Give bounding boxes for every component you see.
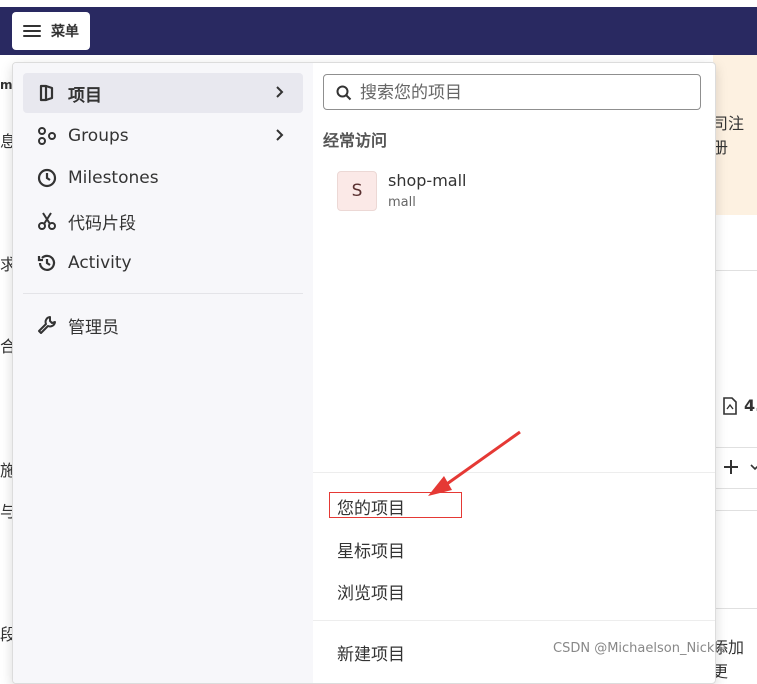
menu-right-column: 经常访问 S shop-mall mall 您的项目 星标项目 浏览项目 新建项… — [313, 63, 715, 683]
starred-projects-link[interactable]: 星标项目 — [337, 537, 405, 562]
project-name: shop-mall — [388, 171, 467, 190]
menu-button-label: 菜单 — [51, 24, 79, 40]
nav-item-projects[interactable]: 项目 — [23, 73, 303, 113]
project-namespace: mall — [388, 195, 416, 210]
project-icon — [39, 84, 54, 102]
file-icon — [723, 397, 737, 415]
nav-item-label: 代码片段 — [68, 213, 136, 234]
nav-item-activity[interactable]: Activity — [23, 243, 303, 283]
frequent-section-title: 经常访问 — [323, 131, 388, 150]
menu-left-column: 项目 Groups Milestones 代码片段 Activity 管理员 — [13, 63, 313, 683]
main-menu-dropdown: 项目 Groups Milestones 代码片段 Activity 管理员 搜… — [12, 62, 716, 684]
top-strip — [0, 0, 757, 7]
nav-item-label: 管理员 — [68, 317, 119, 338]
bg-fragment: m — [0, 78, 13, 92]
bg-divider — [713, 608, 757, 609]
menu-divider — [23, 293, 303, 294]
search-input[interactable] — [358, 79, 692, 107]
top-navbar: 菜单 — [0, 0, 757, 55]
links-separator — [313, 472, 715, 473]
history-icon — [37, 254, 56, 271]
chevron-right-icon — [276, 129, 284, 141]
nav-item-milestones[interactable]: Milestones — [23, 158, 303, 198]
nav-item-label: Groups — [68, 126, 129, 146]
frequent-project-item[interactable]: S shop-mall mall — [337, 169, 667, 211]
bg-divider — [713, 510, 757, 511]
hamburger-icon — [23, 24, 41, 38]
clock-icon — [37, 168, 57, 188]
menu-button[interactable]: 菜单 — [12, 12, 90, 50]
nav-item-snippets[interactable]: 代码片段 — [23, 201, 303, 241]
nav-item-groups[interactable]: Groups — [23, 116, 303, 156]
links-separator — [313, 620, 715, 621]
nav-item-label: Activity — [68, 253, 132, 273]
chevron-right-icon — [276, 86, 284, 98]
search-icon — [336, 85, 352, 101]
bg-number: 4. — [744, 396, 757, 415]
add-dropdown-icon[interactable] — [722, 458, 757, 476]
scissors-icon — [38, 212, 56, 230]
watermark-text: CSDN @Michaelson_Nickle — [553, 641, 727, 656]
bg-divider — [713, 488, 757, 489]
nav-item-label: Milestones — [68, 168, 159, 188]
project-search — [323, 74, 701, 110]
nav-item-admin[interactable]: 管理员 — [23, 305, 303, 345]
bg-divider — [713, 447, 757, 448]
new-project-link[interactable]: 新建项目 — [337, 640, 405, 665]
wrench-icon — [38, 316, 56, 334]
explore-projects-link[interactable]: 浏览项目 — [337, 579, 405, 604]
bg-banner-text: 司注册 — [712, 114, 745, 157]
bg-divider — [713, 270, 757, 271]
annotation-highlight-box — [329, 492, 462, 518]
project-avatar: S — [337, 171, 377, 211]
nav-item-label: 项目 — [68, 85, 102, 106]
groups-icon — [38, 127, 56, 145]
